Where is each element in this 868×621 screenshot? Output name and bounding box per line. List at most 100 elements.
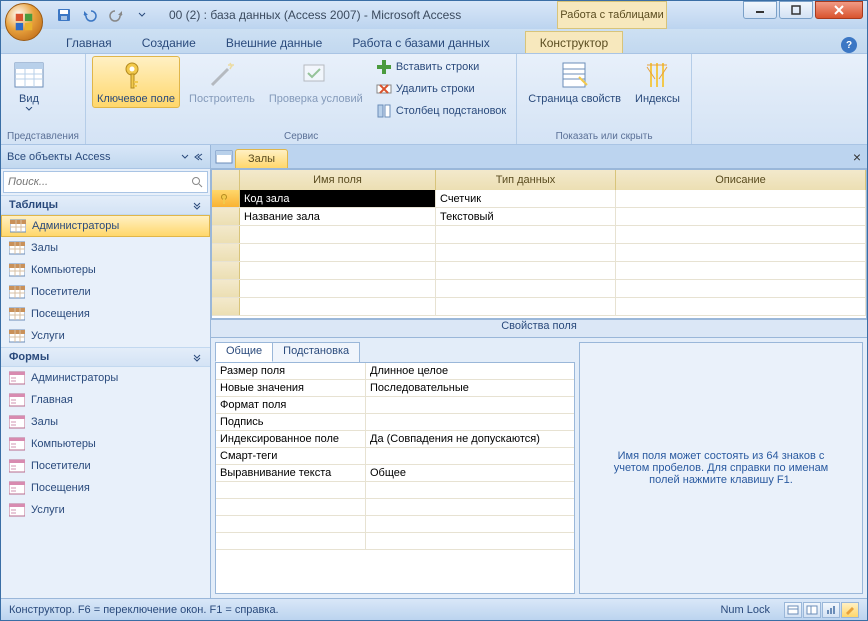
nav-form-item[interactable]: Администраторы <box>1 367 210 389</box>
nav-form-item[interactable]: Посещения <box>1 477 210 499</box>
document-tab[interactable]: Залы <box>235 149 288 168</box>
collapse-icon[interactable] <box>192 152 204 162</box>
nav-table-item[interactable]: Залы <box>1 237 210 259</box>
indexes-button[interactable]: Индексы <box>630 56 685 108</box>
nav-form-item[interactable]: Компьютеры <box>1 433 210 455</box>
row-selector[interactable] <box>212 244 240 261</box>
nav-search[interactable] <box>3 171 208 193</box>
field-type-cell[interactable] <box>436 226 616 243</box>
nav-table-item[interactable]: Услуги <box>1 325 210 347</box>
minimize-button[interactable] <box>743 1 777 19</box>
property-row[interactable]: Смарт-теги <box>216 448 574 465</box>
field-name-cell[interactable] <box>240 298 436 315</box>
tab-create[interactable]: Создание <box>127 31 211 53</box>
field-row[interactable] <box>212 262 866 280</box>
view-pivotchart-icon[interactable] <box>822 602 840 618</box>
close-button[interactable] <box>815 1 863 19</box>
builder-button[interactable]: Построитель <box>184 56 260 108</box>
field-type-cell[interactable]: Текстовый <box>436 208 616 225</box>
field-type-cell[interactable] <box>436 244 616 261</box>
field-desc-cell[interactable] <box>616 244 866 261</box>
delete-rows-button[interactable]: Удалить строки <box>372 78 510 100</box>
chevron-down-icon[interactable] <box>180 152 190 162</box>
tab-database-tools[interactable]: Работа с базами данных <box>337 31 504 53</box>
field-row[interactable] <box>212 298 866 316</box>
field-type-cell[interactable]: Счетчик <box>436 190 616 207</box>
qat-customize-icon[interactable] <box>131 4 153 26</box>
property-value[interactable] <box>366 414 574 430</box>
tab-home[interactable]: Главная <box>51 31 127 53</box>
row-selector[interactable] <box>212 226 240 243</box>
nav-form-item[interactable]: Посетители <box>1 455 210 477</box>
property-row[interactable]: Подпись <box>216 414 574 431</box>
field-desc-cell[interactable] <box>616 262 866 279</box>
field-name-cell[interactable] <box>240 244 436 261</box>
field-type-cell[interactable] <box>436 298 616 315</box>
property-value[interactable] <box>366 448 574 464</box>
nav-table-item[interactable]: Администраторы <box>1 215 210 237</box>
nav-group-tables[interactable]: Таблицы <box>1 195 210 215</box>
property-sheet-button[interactable]: Страница свойств <box>523 56 626 108</box>
field-row[interactable]: Код залаСчетчик <box>212 190 866 208</box>
property-row[interactable]: Индексированное полеДа (Совпадения не до… <box>216 431 574 448</box>
field-desc-cell[interactable] <box>616 208 866 225</box>
property-value[interactable]: Длинное целое <box>366 363 574 379</box>
column-header-description[interactable]: Описание <box>616 170 866 190</box>
property-row[interactable]: Новые значенияПоследовательные <box>216 380 574 397</box>
validation-button[interactable]: Проверка условий <box>264 56 368 108</box>
view-datasheet-icon[interactable] <box>784 602 802 618</box>
field-name-cell[interactable]: Код зала <box>240 190 436 207</box>
field-name-cell[interactable] <box>240 280 436 297</box>
insert-rows-button[interactable]: Вставить строки <box>372 56 510 78</box>
office-button[interactable] <box>5 3 43 41</box>
field-row[interactable]: Название залаТекстовый <box>212 208 866 226</box>
search-icon[interactable] <box>191 176 203 188</box>
nav-form-item[interactable]: Услуги <box>1 499 210 521</box>
field-desc-cell[interactable] <box>616 226 866 243</box>
row-selector-header[interactable] <box>212 170 240 190</box>
property-value[interactable]: Последовательные <box>366 380 574 396</box>
row-selector[interactable] <box>212 190 240 207</box>
close-tab-icon[interactable]: × <box>853 149 861 165</box>
props-tab-lookup[interactable]: Подстановка <box>272 342 360 362</box>
field-name-cell[interactable] <box>240 262 436 279</box>
property-value[interactable]: Общее <box>366 465 574 481</box>
field-desc-cell[interactable] <box>616 298 866 315</box>
field-row[interactable] <box>212 226 866 244</box>
row-selector[interactable] <box>212 298 240 315</box>
redo-icon[interactable] <box>105 4 127 26</box>
property-row[interactable]: Выравнивание текстаОбщее <box>216 465 574 482</box>
field-desc-cell[interactable] <box>616 190 866 207</box>
field-type-cell[interactable] <box>436 280 616 297</box>
field-type-cell[interactable] <box>436 262 616 279</box>
tab-external-data[interactable]: Внешние данные <box>211 31 338 53</box>
column-header-type[interactable]: Тип данных <box>436 170 616 190</box>
lookup-column-button[interactable]: Столбец подстановок <box>372 100 510 122</box>
property-row[interactable]: Размер поляДлинное целое <box>216 363 574 380</box>
row-selector[interactable] <box>212 280 240 297</box>
row-selector[interactable] <box>212 208 240 225</box>
column-header-name[interactable]: Имя поля <box>240 170 436 190</box>
field-row[interactable] <box>212 244 866 262</box>
property-value[interactable] <box>366 397 574 413</box>
property-value[interactable]: Да (Совпадения не допускаются) <box>366 431 574 447</box>
maximize-button[interactable] <box>779 1 813 19</box>
save-icon[interactable] <box>53 4 75 26</box>
field-name-cell[interactable] <box>240 226 436 243</box>
field-row[interactable] <box>212 280 866 298</box>
search-input[interactable] <box>8 176 191 188</box>
tab-design[interactable]: Конструктор <box>525 31 623 53</box>
undo-icon[interactable] <box>79 4 101 26</box>
field-desc-cell[interactable] <box>616 280 866 297</box>
nav-table-item[interactable]: Посещения <box>1 303 210 325</box>
nav-form-item[interactable]: Залы <box>1 411 210 433</box>
view-design-icon[interactable] <box>841 602 859 618</box>
help-icon[interactable]: ? <box>841 37 857 53</box>
property-row[interactable]: Формат поля <box>216 397 574 414</box>
view-button[interactable]: Вид <box>7 56 51 114</box>
row-selector[interactable] <box>212 262 240 279</box>
nav-pane-header[interactable]: Все объекты Access <box>1 145 210 169</box>
nav-form-item[interactable]: Главная <box>1 389 210 411</box>
primary-key-button[interactable]: Ключевое поле <box>92 56 180 108</box>
field-name-cell[interactable]: Название зала <box>240 208 436 225</box>
